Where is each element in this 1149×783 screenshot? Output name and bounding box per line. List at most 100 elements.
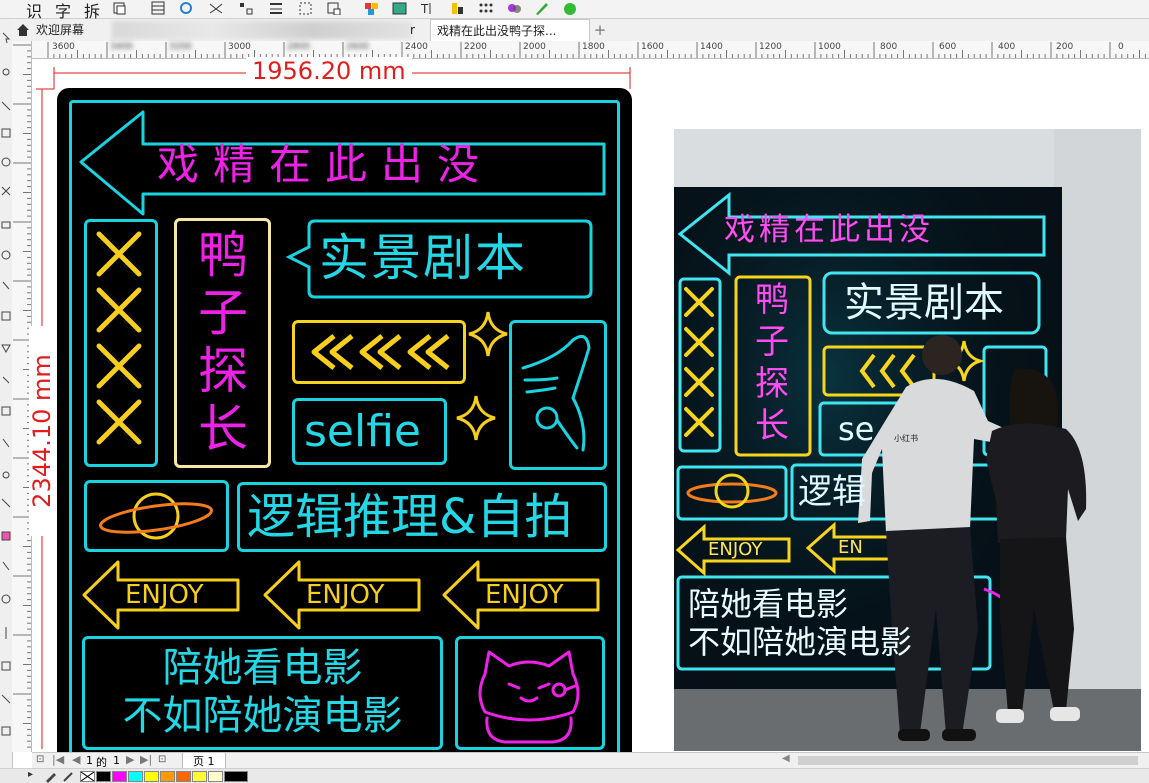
blurred-tab[interactable] [112, 21, 412, 39]
color-swatch[interactable] [128, 771, 143, 782]
width-dimension-label[interactable]: 1956.20 mm [246, 57, 412, 85]
toolbox-icons[interactable] [0, 27, 12, 767]
lucky-cat-icon [478, 650, 580, 744]
distribute-icon[interactable] [268, 1, 284, 15]
align-icon[interactable] [238, 1, 254, 15]
ruler-label: 3600 [52, 42, 75, 52]
ruler-label: 200 [1056, 42, 1074, 52]
x-marks-icon [96, 231, 142, 445]
table-icon[interactable] [150, 1, 166, 15]
vertical-char: 子 [198, 284, 248, 342]
eyedropper-icon[interactable] [44, 769, 58, 783]
text-align-icon[interactable]: T [420, 1, 436, 15]
ruler-label: 1600 [641, 42, 664, 52]
hidden-tab-tail: r [410, 23, 415, 37]
photo-selfie-text: se [838, 410, 875, 448]
vertical-char: 长 [755, 406, 789, 446]
plugin-icon[interactable] [562, 1, 578, 15]
ruler-label: 3200 [169, 42, 192, 52]
prev-page-button[interactable]: ◀ [72, 753, 80, 766]
ruler-label: 600 [939, 42, 957, 52]
page-options-icon[interactable]: ⊡ [36, 754, 44, 765]
vertical-char: 鸭 [198, 226, 248, 284]
dots-grid-icon[interactable] [478, 1, 494, 15]
color-swatch[interactable] [160, 771, 175, 782]
ruler-label: 1200 [759, 42, 782, 52]
select-frame-icon[interactable] [326, 1, 342, 15]
enjoy-text: ENJOY [125, 580, 204, 610]
add-page-icon[interactable]: ⊡ [158, 754, 166, 765]
grid-dots-icon[interactable] [298, 1, 314, 15]
tab-document[interactable]: 戏精在此出没鸭子探... [430, 19, 590, 41]
photo-movie-line-2: 不如陪她演电影 [688, 623, 913, 661]
hand-phone-icon [521, 334, 591, 452]
vertical-char: 探 [198, 342, 248, 400]
color-swatch[interactable] [208, 771, 223, 782]
ruler-label: 2600 [346, 42, 369, 52]
ruler-label: 400 [998, 42, 1016, 52]
photo-movie-line-1: 陪她看电影 [688, 585, 849, 623]
palette-arrow-icon[interactable]: ▸ [28, 769, 33, 780]
pen-tool-icon[interactable] [62, 769, 76, 783]
svg-text:T: T [420, 2, 429, 15]
current-page: 1 [86, 754, 93, 767]
ruler-label: 1000 [818, 42, 841, 52]
vertical-char: 长 [198, 400, 248, 458]
movie-line-1: 陪她看电影 [162, 645, 363, 691]
vertical-char: 子 [755, 322, 789, 362]
no-color-swatch[interactable] [80, 771, 95, 782]
photo-vertical-title: 鸭 子 探 长 [750, 279, 794, 447]
transform-icon[interactable] [208, 1, 224, 15]
top-toolbar: 识 字 拆 T [0, 0, 1149, 21]
chevrons-icon [311, 334, 450, 370]
photo-logic-text: 逻辑 [798, 472, 866, 512]
total-pages: 1 [113, 754, 120, 767]
ruler-label: 2200 [464, 42, 487, 52]
photo-bubble-text: 实景剧本 [844, 280, 1004, 326]
logic-text: 逻辑推理&自拍 [247, 489, 573, 545]
ruler-label: 2800 [287, 42, 310, 52]
next-page-button[interactable]: ▶ [126, 753, 134, 766]
page-navigator: ⊡ |◀ ◀ 1 的 1 ▶ ▶| ⊡ 页 1 ◀ [32, 752, 1149, 770]
ruler-label: 0 [1118, 42, 1124, 52]
document-tab-bar: 欢迎屏幕 r 戏精在此出没鸭子探... + [12, 19, 1149, 42]
bubble-text: 实景剧本 [319, 229, 527, 287]
home-icon[interactable] [16, 23, 30, 37]
sparkle-icon [456, 395, 496, 441]
vertical-char: 鸭 [755, 280, 789, 320]
pen-icon[interactable] [534, 1, 550, 15]
color-swatch[interactable] [176, 771, 191, 782]
first-page-button[interactable]: |◀ [52, 753, 64, 766]
reference-photo[interactable]: 戏精在此出没 鸭 子 探 长 实景剧本 se 逻辑 ENJOY EN 陪她看电影… [674, 129, 1141, 751]
photo-header-text: 戏精在此出没 [724, 212, 934, 248]
pattern-icon[interactable] [178, 1, 194, 15]
color-swatch[interactable] [224, 771, 248, 782]
image-icon[interactable] [392, 1, 408, 15]
tab-welcome[interactable]: 欢迎屏幕 [36, 19, 116, 41]
selfie-text: selfie [304, 406, 422, 457]
color-swatch[interactable] [96, 771, 111, 782]
enjoy-text: ENJOY [485, 580, 564, 610]
header-text: 戏精在此出没 [157, 140, 494, 189]
ruler-label: 2000 [523, 42, 546, 52]
color-swatch[interactable] [192, 771, 207, 782]
ruler-label: 3000 [228, 42, 251, 52]
break-apart-icon[interactable] [112, 1, 128, 15]
color-blocks-icon[interactable] [364, 1, 380, 15]
sparkle-icon [468, 311, 508, 357]
scroll-left-button[interactable]: ◀ [782, 753, 790, 764]
height-dimension-label[interactable]: 2344.10 mm [28, 326, 56, 536]
neon-sign-artboard[interactable]: 戏精在此出没 鸭 子 探 长 实景剧本 selfie 逻辑推理&自拍 ENJOY… [57, 88, 632, 768]
horizontal-ruler[interactable]: 3600 3400 3200 3000 2800 2600 2400 2200 … [32, 41, 1149, 59]
color-swatch[interactable] [144, 771, 159, 782]
vertical-char: 探 [755, 364, 789, 404]
ruler-label: 1800 [582, 42, 605, 52]
bars-icon[interactable] [450, 1, 466, 15]
add-tab-button[interactable]: + [592, 19, 608, 41]
blend-icon[interactable] [506, 1, 522, 15]
horizontal-scrollbar[interactable] [798, 756, 1138, 765]
ruler-label: 3400 [110, 42, 133, 52]
last-page-button[interactable]: ▶| [140, 753, 152, 766]
shirt-logo-text: 小红书 [894, 434, 918, 443]
color-swatch[interactable] [112, 771, 127, 782]
